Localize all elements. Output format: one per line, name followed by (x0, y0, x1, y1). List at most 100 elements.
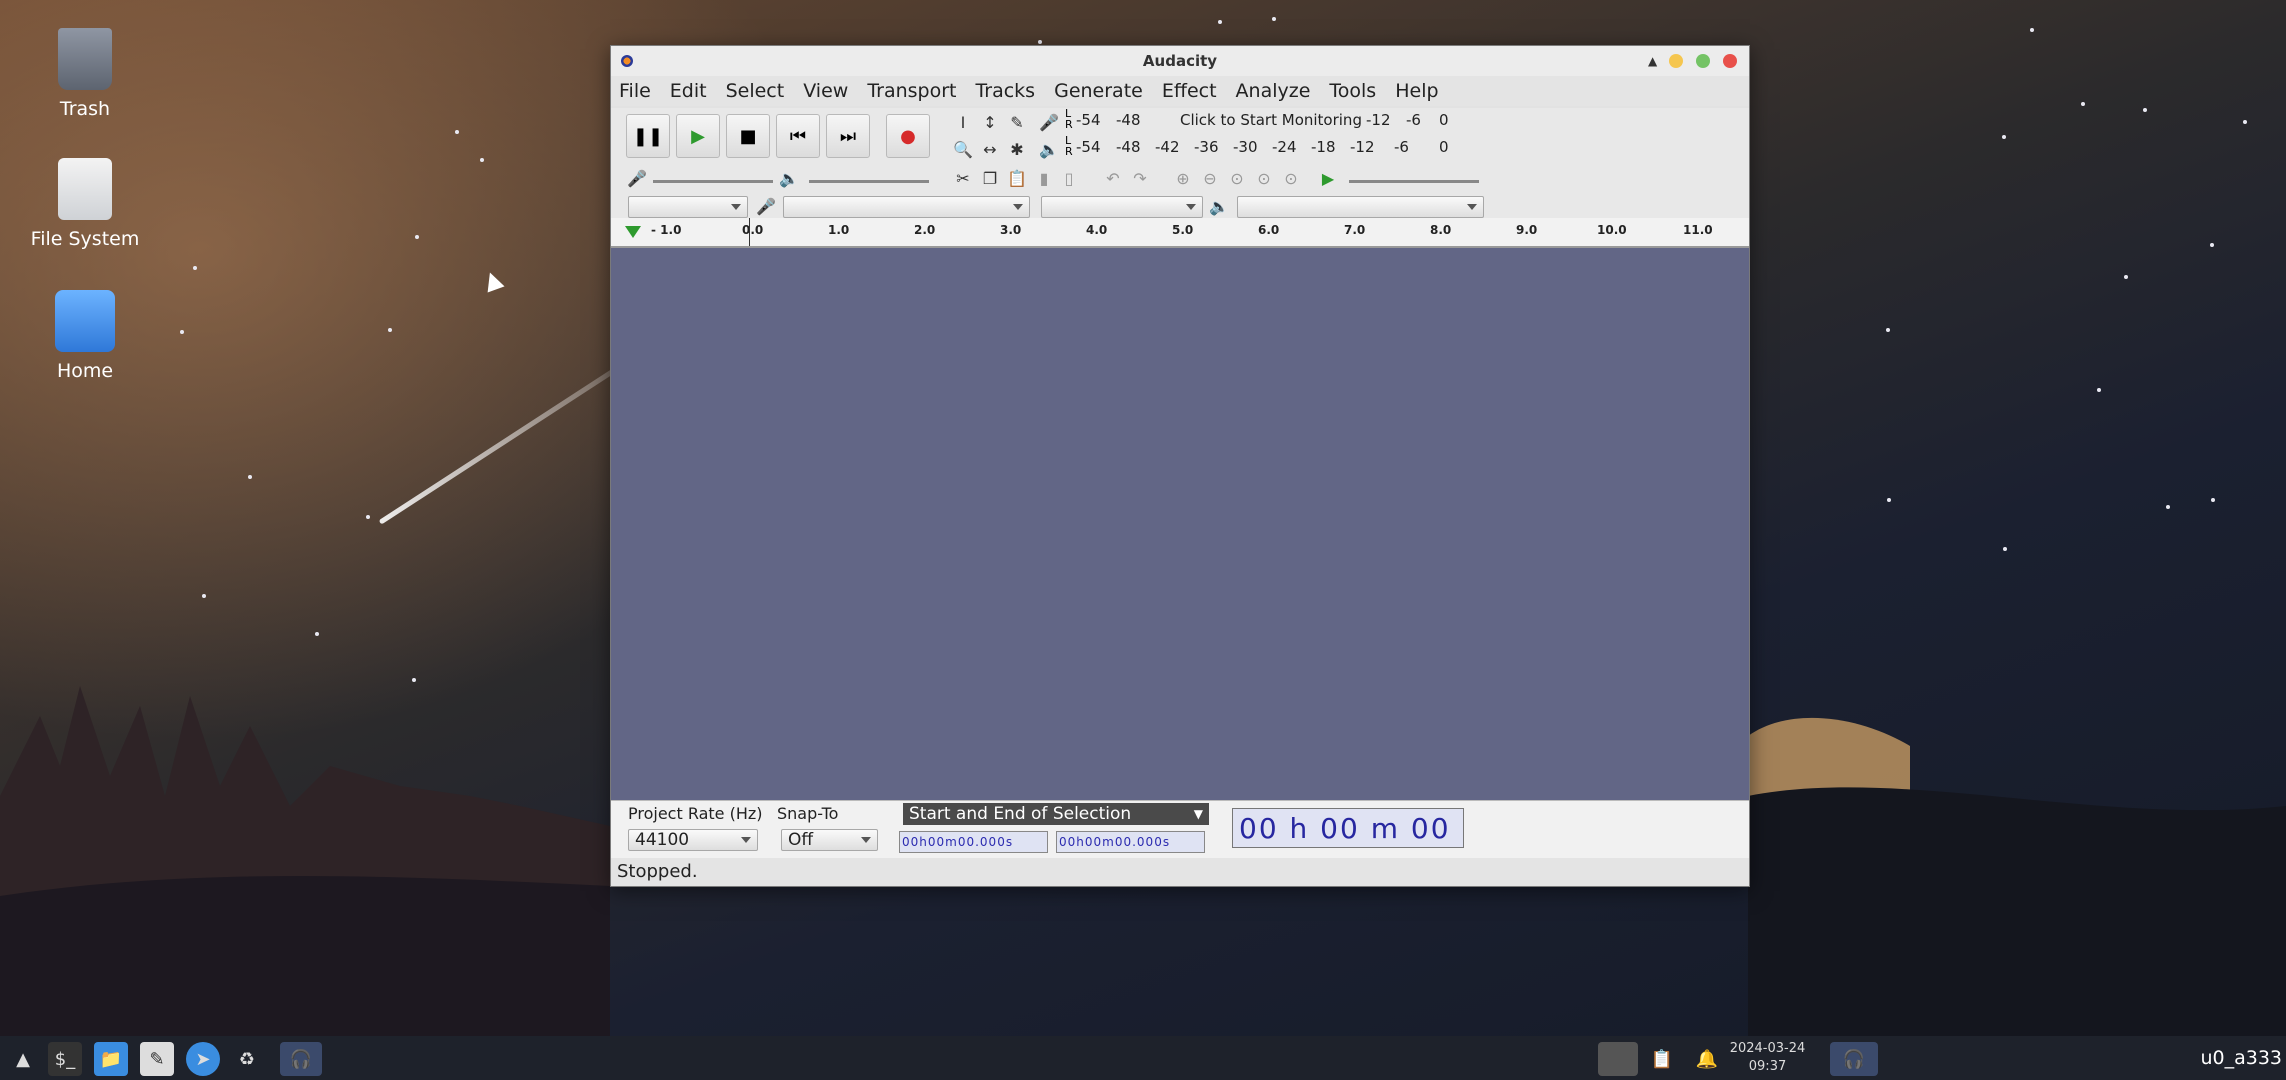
menu-transport[interactable]: Transport (867, 80, 956, 102)
play-at-speed-icon[interactable]: ▶ (1316, 166, 1340, 190)
maximize-button[interactable] (1696, 54, 1710, 68)
skip-to-end-button[interactable]: ⏭ (826, 114, 870, 158)
audio-host-select[interactable] (628, 196, 748, 218)
playback-volume-slider[interactable] (809, 180, 929, 183)
mouse-cursor-icon (481, 269, 505, 293)
trim-icon[interactable]: ▮ (1032, 166, 1056, 190)
snap-to-select[interactable]: Off (781, 829, 878, 851)
selection-tool-icon[interactable]: I (951, 110, 975, 134)
terminal-icon[interactable]: $_ (48, 1042, 82, 1076)
fit-project-icon[interactable]: ⊙ (1252, 166, 1276, 190)
web-browser-icon[interactable]: ➤ (186, 1042, 220, 1076)
shade-button[interactable]: ▲ (1648, 46, 1657, 76)
clock-date: 2024-03-24 (1729, 1041, 1806, 1056)
ruler-tick: 6.0 (1258, 223, 1280, 237)
redo-icon[interactable]: ↷ (1128, 166, 1152, 190)
envelope-tool-icon[interactable]: ↕ (978, 110, 1002, 134)
file-manager-icon[interactable]: 📁 (94, 1042, 128, 1076)
ruler-zero-line (749, 218, 750, 246)
pause-button[interactable]: ❚❚ (626, 114, 670, 158)
playback-meter-lr: LR (1065, 134, 1073, 158)
selection-end-time[interactable]: 00h00m00.000s (1056, 831, 1205, 853)
ruler-tick: 7.0 (1344, 223, 1366, 237)
desktop-icon-label: Home (56, 360, 114, 382)
recording-volume-slider[interactable] (653, 180, 773, 183)
fit-selection-icon[interactable]: ⊙ (1225, 166, 1249, 190)
menu-file[interactable]: File (619, 80, 651, 102)
ruler-tick: 0.0 (742, 223, 764, 237)
zoom-tool-icon[interactable]: 🔍 (951, 137, 975, 161)
selection-start-time[interactable]: 00h00m00.000s (899, 831, 1048, 853)
close-button[interactable] (1723, 54, 1737, 68)
track-panel[interactable] (611, 248, 1749, 800)
audacity-tray-icon[interactable]: 🎧 (1830, 1042, 1878, 1076)
time-shift-tool-icon[interactable]: ↔ (978, 137, 1002, 161)
playback-volume-icon: 🔈 (779, 168, 799, 188)
paste-icon[interactable]: 📋 (1005, 166, 1029, 190)
desktop-icon-file-system[interactable]: File System (25, 158, 145, 250)
play-at-speed-slider[interactable] (1349, 180, 1479, 183)
project-rate-select[interactable]: 44100 (628, 829, 758, 851)
undo-icon[interactable]: ↶ (1101, 166, 1125, 190)
playback-meter-speaker-icon[interactable]: 🔈 (1037, 137, 1061, 161)
desktop-icon-trash[interactable]: Trash (25, 28, 145, 120)
selection-mode-select[interactable]: Start and End of Selection ▼ (903, 803, 1209, 825)
zoom-out-icon[interactable]: ⊖ (1198, 166, 1222, 190)
play-button[interactable]: ▶ (676, 114, 720, 158)
title-bar[interactable]: Audacity ▲ (611, 46, 1749, 76)
menu-edit[interactable]: Edit (670, 80, 707, 102)
silence-icon[interactable]: ▯ (1057, 166, 1081, 190)
app-menu-icon[interactable]: ▲ (6, 1042, 40, 1076)
draw-tool-icon[interactable]: ✎ (1005, 110, 1029, 134)
cut-icon[interactable]: ✂ (951, 166, 975, 190)
playback-meter[interactable]: -54 -48 -42 -36 -30 -24 -18 -12 -6 0 (1076, 135, 1481, 159)
menu-select[interactable]: Select (726, 80, 785, 102)
multi-tool-icon[interactable]: ✱ (1005, 137, 1029, 161)
ruler-tick: 3.0 (1000, 223, 1022, 237)
menu-tools[interactable]: Tools (1329, 80, 1376, 102)
ruler-tick: 4.0 (1086, 223, 1108, 237)
menu-tracks[interactable]: Tracks (975, 80, 1035, 102)
menu-generate[interactable]: Generate (1054, 80, 1143, 102)
menu-analyze[interactable]: Analyze (1236, 80, 1311, 102)
snap-to-label: Snap-To (777, 804, 839, 823)
chevron-down-icon: ▼ (1193, 807, 1203, 821)
audacity-taskbar-button[interactable]: 🎧 (280, 1042, 322, 1076)
menu-bar: File Edit Select View Transport Tracks G… (611, 76, 1749, 106)
text-editor-icon[interactable]: ✎ (140, 1042, 174, 1076)
menu-view[interactable]: View (803, 80, 848, 102)
zoom-toggle-icon[interactable]: ⊙ (1279, 166, 1303, 190)
record-meter[interactable]: -54 -48 Click to Start Monitoring -12 -6… (1076, 108, 1481, 132)
record-button[interactable]: ● (886, 114, 930, 158)
drive-icon (58, 158, 112, 220)
status-bar: Stopped. (611, 858, 1749, 886)
timeline-ruler[interactable]: - 1.0 0.0 1.0 2.0 3.0 4.0 5.0 6.0 7.0 8.… (611, 218, 1749, 248)
home-folder-icon (55, 290, 115, 352)
audio-position-display[interactable]: 00 h 00 m 00 s (1232, 808, 1464, 885)
recording-channels-select[interactable] (1041, 196, 1203, 218)
desktop-icon-home[interactable]: Home (25, 290, 145, 382)
ruler-tick: 8.0 (1430, 223, 1452, 237)
copy-icon[interactable]: ❐ (978, 166, 1002, 190)
zoom-in-icon[interactable]: ⊕ (1171, 166, 1195, 190)
record-meter-microphone-icon[interactable]: 🎤 (1037, 110, 1061, 134)
recording-device-select[interactable] (783, 196, 1030, 218)
audacity-app-icon (621, 55, 633, 67)
minimize-button[interactable] (1669, 54, 1683, 68)
project-rate-label: Project Rate (Hz) (628, 804, 763, 823)
playback-device-select[interactable] (1237, 196, 1484, 218)
clock[interactable]: 2024-03-24 09:37 (1725, 1040, 1810, 1076)
menu-help[interactable]: Help (1395, 80, 1438, 102)
recording-volume-icon: 🎤 (627, 168, 647, 188)
trash-icon (58, 28, 112, 90)
user-name[interactable]: u0_a333 (2200, 1036, 2286, 1080)
skip-to-start-button[interactable]: ⏮ (776, 114, 820, 158)
clipboard-icon[interactable]: 📋 (1645, 1042, 1679, 1076)
trash-taskbar-icon[interactable]: ♻ (230, 1042, 264, 1076)
menu-effect[interactable]: Effect (1162, 80, 1217, 102)
workspace-switcher-icon[interactable] (1598, 1042, 1638, 1076)
notification-bell-icon[interactable]: 🔔 (1690, 1042, 1724, 1076)
taskbar: ▲ $_ 📁 ✎ ➤ ♻ 🎧 📋 🔔 2024-03-24 09:37 🎧 u0… (0, 1036, 2286, 1080)
stop-button[interactable]: ■ (726, 114, 770, 158)
recording-device-icon: 🎤 (756, 196, 776, 216)
